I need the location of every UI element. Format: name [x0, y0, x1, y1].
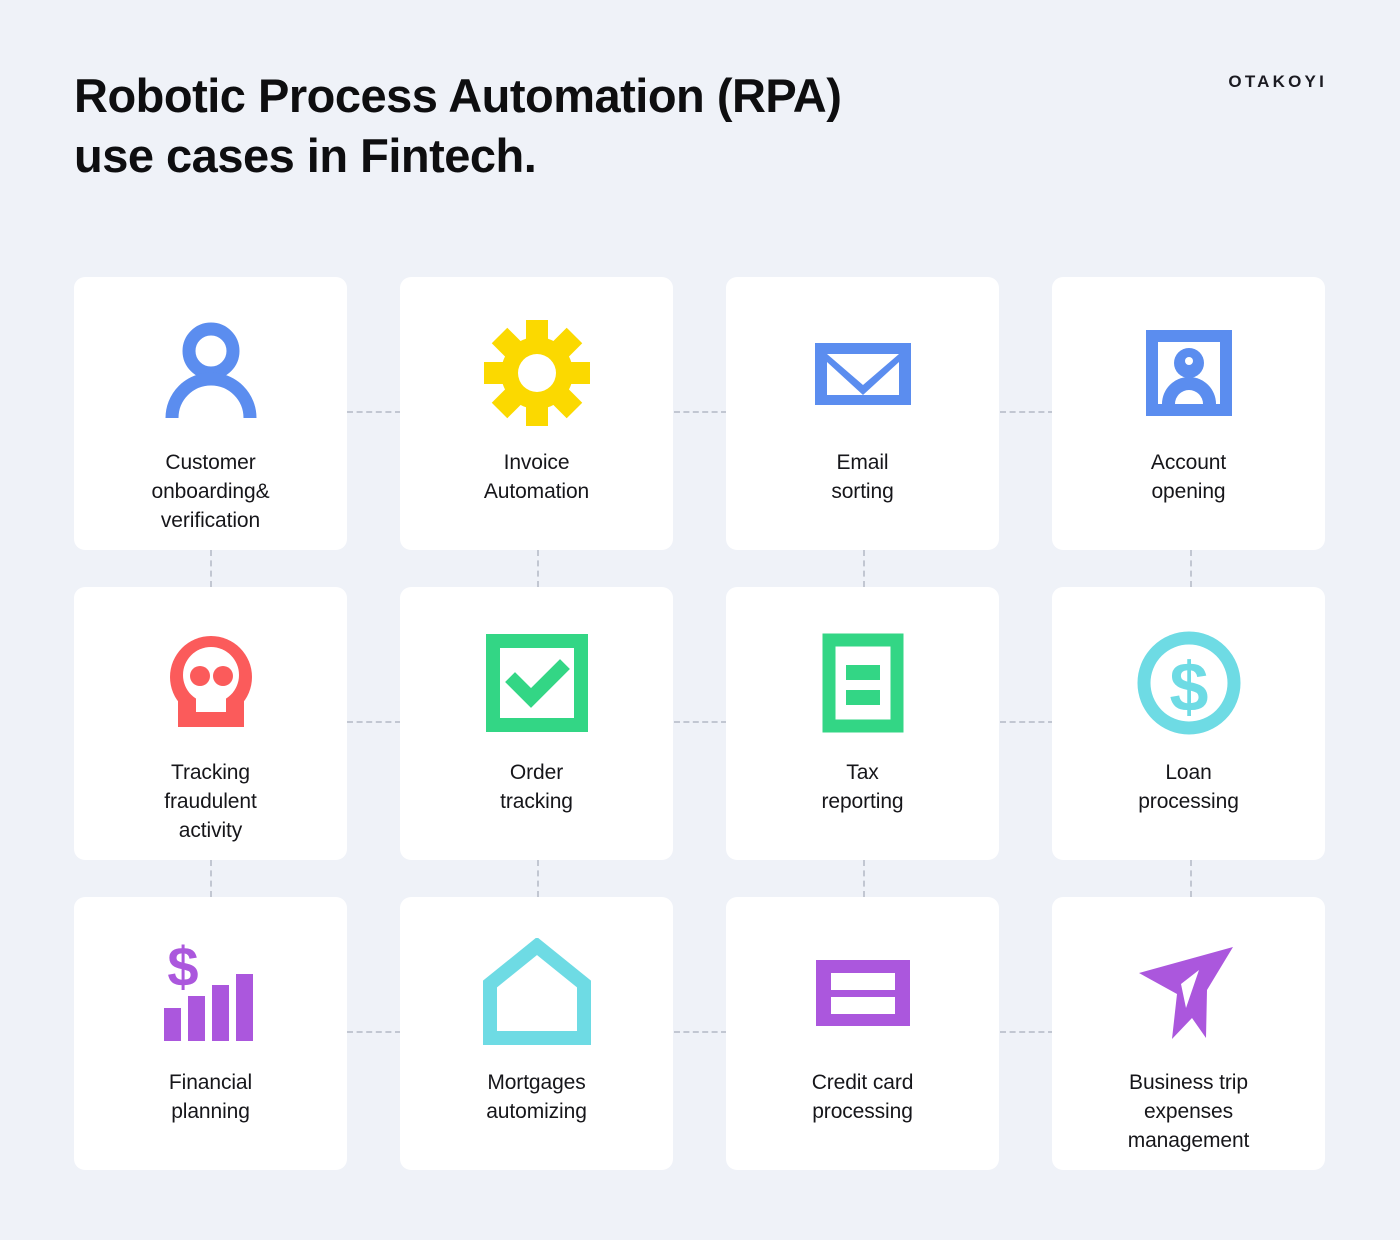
card-label: Financial planning: [168, 1071, 253, 1123]
dollar-chart-icon: $: [149, 931, 273, 1055]
card-customer-onboarding[interactable]: Customer onboarding& verification: [74, 277, 347, 550]
card-loan-processing[interactable]: $ Loan processing: [1052, 587, 1325, 860]
card-label: Credit card processing: [811, 1071, 914, 1123]
card-tracking-fraud[interactable]: Tracking fraudulent activity: [74, 587, 347, 860]
card-label: Email sorting: [831, 451, 894, 503]
gear-icon: [475, 311, 599, 435]
card-financial-planning[interactable]: $ Financial planning: [74, 897, 347, 1170]
envelope-icon: [801, 311, 925, 435]
svg-text:$: $: [167, 938, 198, 998]
paper-plane-icon: [1127, 931, 1251, 1055]
header: Robotic Process Automation (RPA) use cas…: [0, 0, 1400, 250]
card-mortgages-automizing[interactable]: Mortgages automizing: [400, 897, 673, 1170]
card-label: Tax reporting: [821, 761, 904, 813]
brand-logo: OTAKOYI: [1228, 72, 1327, 91]
card-label: Order tracking: [500, 761, 573, 813]
person-icon: [149, 311, 273, 435]
card-credit-card-processing[interactable]: Credit card processing: [726, 897, 999, 1170]
card-label: Tracking fraudulent activity: [164, 761, 257, 842]
card-label: Account opening: [1150, 451, 1227, 503]
card-order-tracking[interactable]: Order tracking: [400, 587, 673, 860]
infographic-page: Robotic Process Automation (RPA) use cas…: [0, 0, 1400, 1240]
card-business-trip-expenses[interactable]: Business trip expenses management: [1052, 897, 1325, 1170]
svg-text:$: $: [1169, 648, 1208, 726]
card-tax-reporting[interactable]: Tax reporting: [726, 587, 999, 860]
card-email-sorting[interactable]: Email sorting: [726, 277, 999, 550]
dollar-coin-icon: $: [1127, 621, 1251, 745]
card-invoice-automation[interactable]: Invoice Automation: [400, 277, 673, 550]
card-account-opening[interactable]: Account opening: [1052, 277, 1325, 550]
card-label: Loan processing: [1138, 761, 1239, 813]
card-label: Mortgages automizing: [486, 1071, 587, 1123]
page-title: Robotic Process Automation (RPA) use cas…: [74, 69, 842, 183]
card-label: Business trip expenses management: [1127, 1071, 1250, 1152]
id-card-icon: [1127, 311, 1251, 435]
card-label: Customer onboarding& verification: [151, 451, 270, 532]
document-icon: [801, 621, 925, 745]
house-icon: [475, 931, 599, 1055]
use-case-grid: Customer onboarding& verification Invoic…: [74, 277, 1327, 1170]
check-square-icon: [475, 621, 599, 745]
credit-card-icon: [801, 931, 925, 1055]
skull-icon: [149, 621, 273, 745]
card-label: Invoice Automation: [483, 451, 590, 503]
